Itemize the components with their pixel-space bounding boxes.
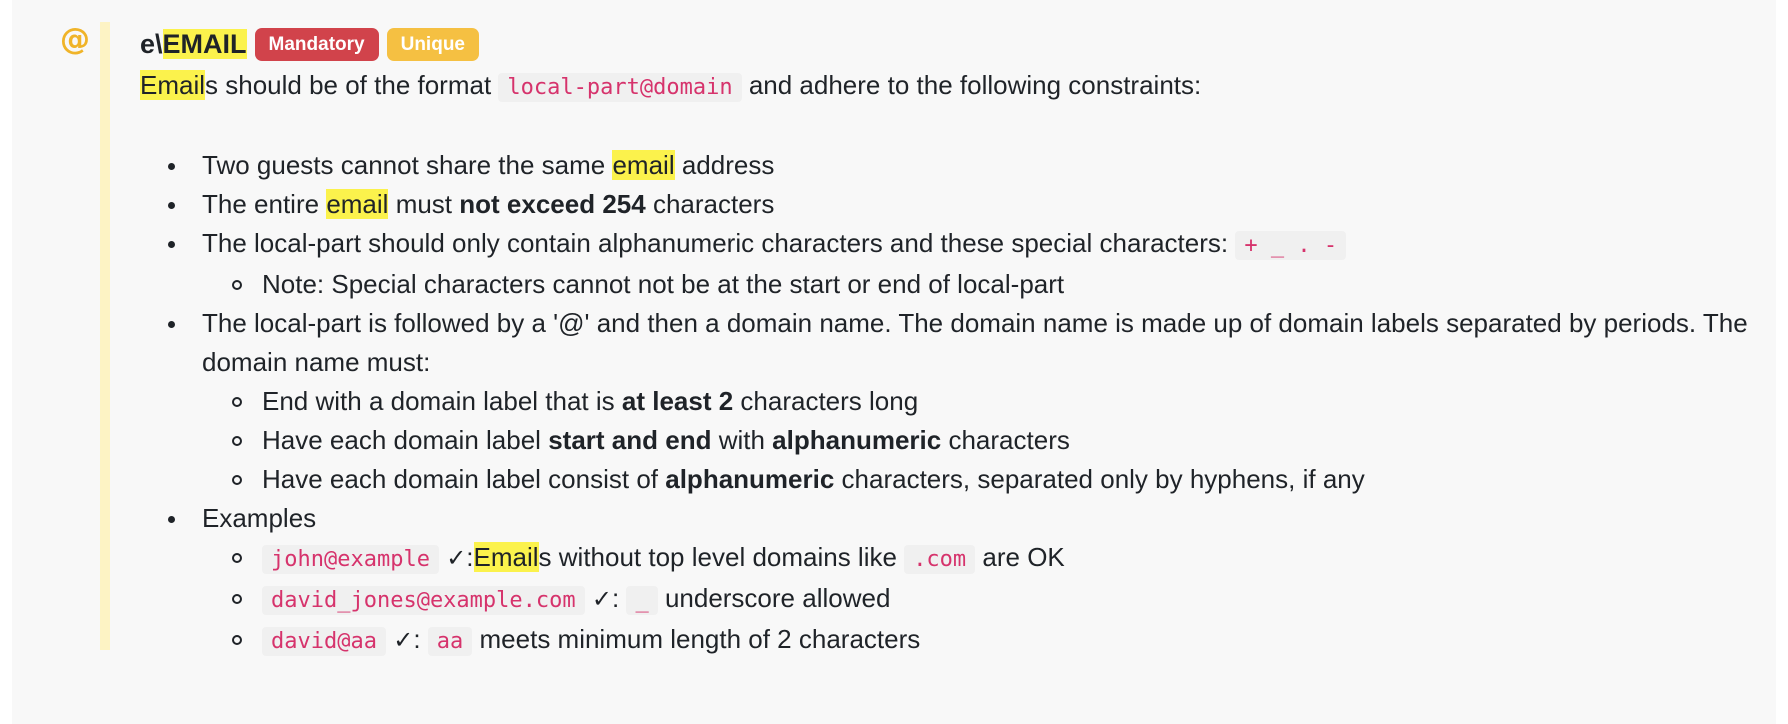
mandatory-badge: Mandatory [254, 27, 379, 61]
field-accent-bar [100, 22, 110, 650]
unique-badge: Unique [386, 27, 479, 61]
check-icon: ✓ [446, 544, 467, 572]
examples-label: Examples [202, 503, 317, 533]
sub-list-item: End with a domain label that is at least… [202, 382, 1760, 421]
constraints-list: Two guests cannot share the same email a… [140, 146, 1760, 661]
check-icon: ✓ [393, 626, 414, 654]
example-item: david@aa ✓: aa meets minimum length of 2… [202, 620, 1760, 661]
list-item: The entire email must not exceed 254 cha… [140, 185, 1760, 224]
field-title-prefix: e\ [140, 28, 163, 59]
field-header: e\EMAIL Mandatory Unique [140, 24, 1760, 64]
item-text: The local-part is followed by a '@' and … [202, 308, 1748, 377]
item-text: The entire [202, 189, 320, 219]
item-text: address [681, 150, 775, 180]
item-text: characters long [740, 386, 919, 416]
field-title-highlight: EMAIL [162, 28, 247, 59]
example-item: john@example ✓:Emails without top level … [202, 538, 1760, 579]
item-text: Have each domain label consist of [262, 464, 659, 494]
field-description: Emails should be of the format local-par… [140, 66, 1760, 107]
example-code: john@example [262, 545, 439, 574]
description-text: s should be of the format [205, 70, 492, 100]
separator: : [466, 542, 474, 572]
bold-text: start and end [548, 425, 712, 455]
sub-list: End with a domain label that is at least… [202, 382, 1760, 499]
field-title: e\EMAIL [140, 25, 247, 64]
sub-list-item: Note: Special characters cannot not be a… [202, 265, 1760, 304]
item-text: The local-part should only contain alpha… [202, 228, 1229, 258]
item-text: characters [652, 189, 775, 219]
example-code: aa [427, 627, 473, 656]
bold-text: alphanumeric [772, 425, 942, 455]
field-content: e\EMAIL Mandatory Unique Emails should b… [140, 24, 1760, 661]
item-text: are OK [982, 542, 1065, 572]
bold-text: not exceed 254 [459, 189, 646, 219]
example-code: david_jones@example.com [262, 586, 585, 615]
item-text: Two guests cannot share the same [202, 150, 606, 180]
item-text: characters [948, 425, 1070, 455]
at-icon: @ [60, 22, 90, 57]
list-item: The local-part is followed by a '@' and … [140, 304, 1760, 499]
item-text: must [395, 189, 453, 219]
examples-list: john@example ✓:Emails without top level … [202, 538, 1760, 661]
sub-list: Note: Special characters cannot not be a… [202, 265, 1760, 304]
example-code: .com [904, 545, 976, 574]
item-text: meets minimum length of 2 characters [479, 624, 921, 654]
item-text: Note: Special characters cannot not be a… [262, 269, 1065, 299]
example-code: david@aa [262, 627, 386, 656]
example-code: _ [626, 586, 658, 615]
item-text: Have each domain label [262, 425, 541, 455]
format-code: local-part@domain [498, 73, 742, 102]
list-item: Examples john@example ✓:Emails without t… [140, 499, 1760, 661]
highlight-term: Email [140, 70, 206, 100]
separator: : [413, 624, 421, 654]
highlight-term: Email [473, 542, 539, 572]
separator: : [611, 583, 620, 613]
list-item: Two guests cannot share the same email a… [140, 146, 1760, 185]
check-icon: ✓ [591, 585, 612, 613]
special-chars-code: + _ . - [1235, 231, 1347, 260]
list-item: The local-part should only contain alpha… [140, 224, 1760, 304]
item-text: End with a domain label that is [262, 386, 615, 416]
item-text: s without top level domains like [538, 542, 897, 572]
description-text: and adhere to the following constraints: [748, 70, 1202, 100]
sub-list-item: Have each domain label start and end wit… [202, 421, 1760, 460]
bold-text: at least 2 [621, 386, 734, 416]
bold-text: alphanumeric [665, 464, 835, 494]
item-text: underscore allowed [664, 583, 891, 613]
item-text: with [718, 425, 765, 455]
sub-list-item: Have each domain label consist of alphan… [202, 460, 1760, 499]
highlight-term: email [326, 189, 389, 219]
item-text: characters, separated only by hyphens, i… [841, 464, 1365, 494]
highlight-term: email [612, 150, 675, 180]
example-item: david_jones@example.com ✓: _ underscore … [202, 579, 1760, 620]
